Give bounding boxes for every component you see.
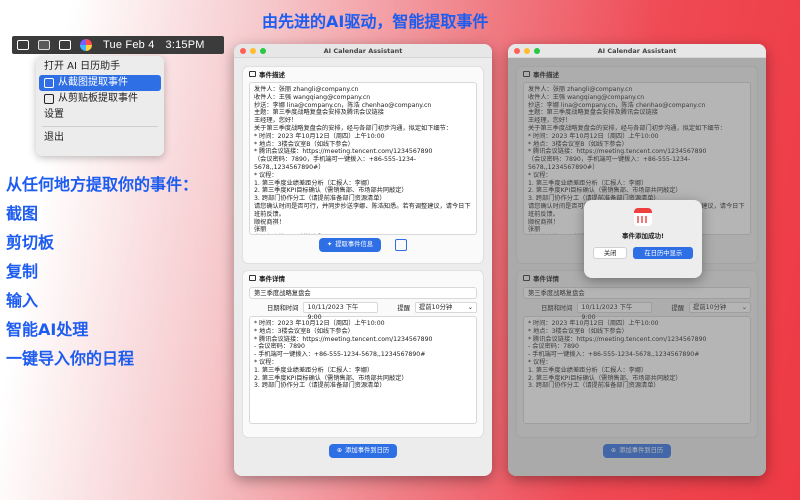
event-detail-card: 事件详情 第三季度战略复盘会 日期和时间 10/11/2023 下午 9:00 … (242, 270, 484, 438)
add-to-calendar-button[interactable]: ⊕ 添加事件到日历 (328, 444, 398, 458)
feature-item: 截图 (6, 204, 39, 223)
feature-item: 智能AI处理 (6, 320, 89, 339)
window-icon[interactable] (17, 40, 29, 50)
menu-bar: Tue Feb 4 3:15PM (12, 36, 224, 54)
clipboard-icon (44, 94, 54, 104)
sparkle-icon: ✦ (326, 241, 333, 248)
show-in-calendar-button[interactable]: 在日历中显示 (633, 247, 694, 259)
calendar-icon (249, 274, 256, 281)
plus-circle-icon: ⊕ (336, 447, 343, 454)
feature-item: 一键导入你的日程 (6, 349, 135, 368)
close-window-icon[interactable] (514, 48, 520, 54)
ai-calendar-menu-icon[interactable] (38, 40, 50, 50)
dialog-message: 事件添加成功! (622, 232, 664, 240)
event-detail-label: 事件详情 (259, 274, 285, 283)
menu-item-extract-clipboard[interactable]: 从剪贴板提取事件 (36, 91, 164, 107)
menu-bar-time[interactable]: 3:15PM (166, 39, 205, 51)
close-window-icon[interactable] (240, 48, 246, 54)
menu-item-open-assistant[interactable]: 打开 AI 日历助手 (36, 59, 164, 75)
window-title: AI Calendar Assistant (323, 47, 403, 55)
feature-item: 剪切板 (6, 233, 55, 252)
minimize-window-icon[interactable] (250, 48, 256, 54)
success-dialog: 事件添加成功! 关闭 在日历中显示 (584, 200, 702, 278)
zoom-window-icon[interactable] (534, 48, 540, 54)
event-description-label: 事件描述 (259, 70, 285, 79)
menu-item-quit[interactable]: 退出 (36, 130, 164, 146)
event-notes-input[interactable]: * 时间：2023 年10月12日（周四）上午10:00 * 地点：3楼会议室B… (249, 316, 477, 424)
event-description-input[interactable]: 发件人：张丽 zhangli@company.cn 收件人：王强 wangqia… (249, 82, 477, 235)
event-description-card: 事件描述 发件人：张丽 zhangli@company.cn 收件人：王强 wa… (242, 66, 484, 264)
title-bar: AI Calendar Assistant (508, 44, 766, 58)
calendar-app-icon (634, 208, 652, 226)
chevron-down-icon: ⌄ (467, 304, 473, 311)
feature-item: 复制 (6, 262, 39, 281)
feature-item: 输入 (6, 291, 39, 310)
feature-list: 从任何地方提取你的事件： 截图 剪切板 复制 输入 智能AI处理 一键导入你的日… (6, 170, 198, 373)
menu-separator (42, 126, 158, 127)
reminder-label: 提醒 (397, 305, 411, 312)
app-dropdown-menu: 打开 AI 日历助手 从截图提取事件 从剪贴板提取事件 设置 退出 (36, 56, 164, 156)
battery-icon[interactable] (59, 40, 71, 50)
scan-screenshot-icon[interactable] (395, 239, 408, 251)
reminder-select[interactable]: 提前10分钟 ⌄ (415, 302, 477, 313)
datetime-picker[interactable]: 10/11/2023 下午 9:00 (303, 302, 379, 321)
window-title: AI Calendar Assistant (597, 47, 677, 55)
color-palette-icon[interactable] (80, 39, 92, 51)
extract-event-button[interactable]: ✦提取事件信息 (318, 238, 382, 252)
screenshot-icon (44, 78, 54, 88)
app-window: AI Calendar Assistant 事件描述 发件人：张丽 zhangl… (234, 44, 492, 476)
zoom-window-icon[interactable] (260, 48, 266, 54)
menu-item-extract-screenshot[interactable]: 从截图提取事件 (39, 75, 161, 91)
feature-heading: 从任何地方提取你的事件： (6, 175, 199, 194)
dialog-close-button[interactable]: 关闭 (592, 247, 628, 259)
event-title-input[interactable]: 第三季度战略复盘会 (249, 287, 477, 299)
menu-item-settings[interactable]: 设置 (36, 107, 164, 123)
minimize-window-icon[interactable] (524, 48, 530, 54)
menu-bar-date[interactable]: Tue Feb 4 (103, 39, 155, 51)
title-bar: AI Calendar Assistant (234, 44, 492, 58)
datetime-label: 日期和时间 (267, 305, 299, 312)
message-icon (249, 70, 256, 77)
headline: 由先进的AI驱动，智能提取事件 (262, 12, 489, 31)
app-window-dimmed: AI Calendar Assistant 事件描述 发件人：张丽 zhangl… (508, 44, 766, 476)
